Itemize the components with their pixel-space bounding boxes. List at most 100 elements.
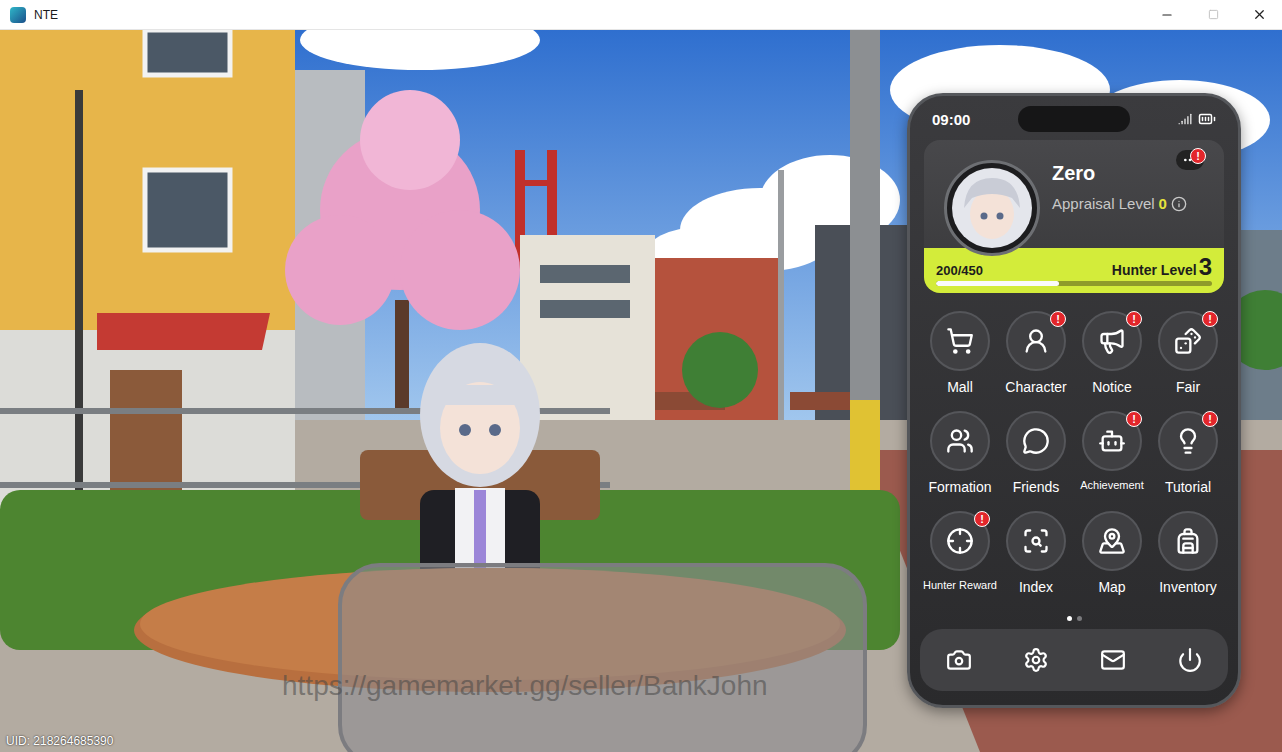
app-button[interactable]: ! [1158, 411, 1218, 471]
app-button[interactable] [1158, 511, 1218, 571]
app-label: Character [1005, 379, 1066, 395]
minimize-button[interactable] [1144, 0, 1190, 30]
app-label: Hunter Reward [923, 579, 997, 591]
dock-button[interactable] [937, 638, 981, 682]
title-bar: NTE [0, 0, 1282, 30]
maximize-icon [1208, 9, 1219, 20]
app-button[interactable]: ! [1006, 311, 1066, 371]
page-dot[interactable] [1077, 616, 1082, 621]
more-button[interactable]: ! [1176, 150, 1204, 170]
hunter-level-row: 200/450Hunter Level3 [936, 256, 1212, 278]
phone-dock [920, 629, 1228, 691]
app-button[interactable] [930, 311, 990, 371]
phone-menu: 09:00!ZeroAppraisal Level0200/450Hunter … [907, 93, 1241, 708]
app-item[interactable]: ! Achievement [1074, 411, 1150, 499]
phone-notch [1018, 106, 1130, 132]
appraisal-label: Appraisal Level [1052, 195, 1155, 212]
app-button[interactable] [930, 411, 990, 471]
signal-icon [1178, 112, 1192, 126]
player-uid: UID: 218264685390 [6, 734, 113, 748]
dock-button[interactable] [1091, 638, 1135, 682]
maximize-button[interactable] [1190, 0, 1236, 30]
app-button[interactable] [1082, 511, 1142, 571]
app-item[interactable]: ! Character [998, 311, 1074, 399]
app-button[interactable] [1006, 411, 1066, 471]
close-icon [1252, 7, 1267, 22]
page-indicator [910, 612, 1238, 629]
app-icon [1098, 327, 1126, 355]
app-icon [1174, 327, 1202, 355]
app-item[interactable]: ! Hunter Reward [922, 511, 998, 599]
app-label: Friends [1013, 479, 1060, 495]
battery-icon [1198, 110, 1216, 128]
game-view: 09:00!ZeroAppraisal Level0200/450Hunter … [0, 30, 1282, 752]
app-item[interactable]: Map [1074, 511, 1150, 599]
hunter-level-band: 200/450Hunter Level3 [924, 248, 1224, 293]
app-label: Fair [1176, 379, 1200, 395]
page-dot[interactable] [1067, 616, 1072, 621]
watermark: https://gamemarket.gg/seller/BankJohn [282, 670, 768, 702]
app-label: Achievement [1080, 479, 1144, 491]
close-button[interactable] [1236, 0, 1282, 30]
app-label: Notice [1092, 379, 1132, 395]
profile-avatar[interactable] [944, 160, 1040, 256]
hunter-level-label: Hunter Level [1112, 262, 1197, 278]
dock-button[interactable] [1014, 638, 1058, 682]
app-button[interactable]: ! [1158, 311, 1218, 371]
app-button[interactable]: ! [1082, 411, 1142, 471]
app-icon [1022, 427, 1050, 455]
app-icon [1022, 527, 1050, 555]
app-icon [946, 427, 974, 455]
character [360, 343, 600, 590]
app-label: Inventory [1159, 579, 1217, 595]
app-icon [1174, 427, 1202, 455]
dock-button[interactable] [1168, 638, 1212, 682]
appraisal-level: Appraisal Level0 [1052, 195, 1208, 212]
app-icon [1098, 527, 1126, 555]
app-icon [1098, 427, 1126, 455]
app-button[interactable]: ! [930, 511, 990, 571]
power-icon [1177, 647, 1203, 673]
app-item[interactable]: Mall [922, 311, 998, 399]
minimize-icon [1160, 8, 1174, 22]
app-grid: Mall!Character!Notice!FairFormationFrien… [910, 293, 1238, 599]
app-item[interactable]: Inventory [1150, 511, 1226, 599]
appraisal-value: 0 [1159, 195, 1167, 212]
app-item[interactable]: Formation [922, 411, 998, 499]
notification-badge: ! [974, 511, 990, 527]
game-window: NTE 09:00!ZeroAppraisal Level0200/450Hunt… [0, 0, 1282, 752]
app-label: Index [1019, 579, 1053, 595]
app-logo-icon [10, 7, 26, 23]
app-button[interactable]: ! [1082, 311, 1142, 371]
app-icon [1022, 327, 1050, 355]
notification-badge: ! [1126, 311, 1142, 327]
app-item[interactable]: Friends [998, 411, 1074, 499]
notification-badge: ! [1202, 411, 1218, 427]
notification-badge: ! [1050, 311, 1066, 327]
yellow-building [0, 30, 295, 510]
info-icon[interactable] [1171, 196, 1187, 212]
hunter-level-value: 3 [1199, 256, 1212, 278]
gear-icon [1023, 647, 1049, 673]
exp-bar [936, 281, 1212, 286]
notification-badge: ! [1190, 148, 1206, 164]
app-label: Map [1098, 579, 1125, 595]
cherry-tree [285, 90, 520, 330]
status-icons [1178, 110, 1216, 128]
app-button[interactable] [1006, 511, 1066, 571]
app-item[interactable]: Index [998, 511, 1074, 599]
app-icon [946, 327, 974, 355]
app-item[interactable]: ! Fair [1150, 311, 1226, 399]
mail-icon [1100, 647, 1126, 673]
status-bar: 09:00 [910, 96, 1238, 140]
app-label: Formation [928, 479, 991, 495]
app-item[interactable]: ! Notice [1074, 311, 1150, 399]
camera-icon [946, 647, 972, 673]
notification-badge: ! [1126, 411, 1142, 427]
exp-bar-fill [936, 281, 1059, 286]
avatar-portrait-icon [952, 168, 1032, 248]
window-title: NTE [34, 8, 1144, 22]
app-item[interactable]: ! Tutorial [1150, 411, 1226, 499]
app-label: Tutorial [1165, 479, 1211, 495]
profile-card: !ZeroAppraisal Level0200/450Hunter Level… [924, 140, 1224, 293]
